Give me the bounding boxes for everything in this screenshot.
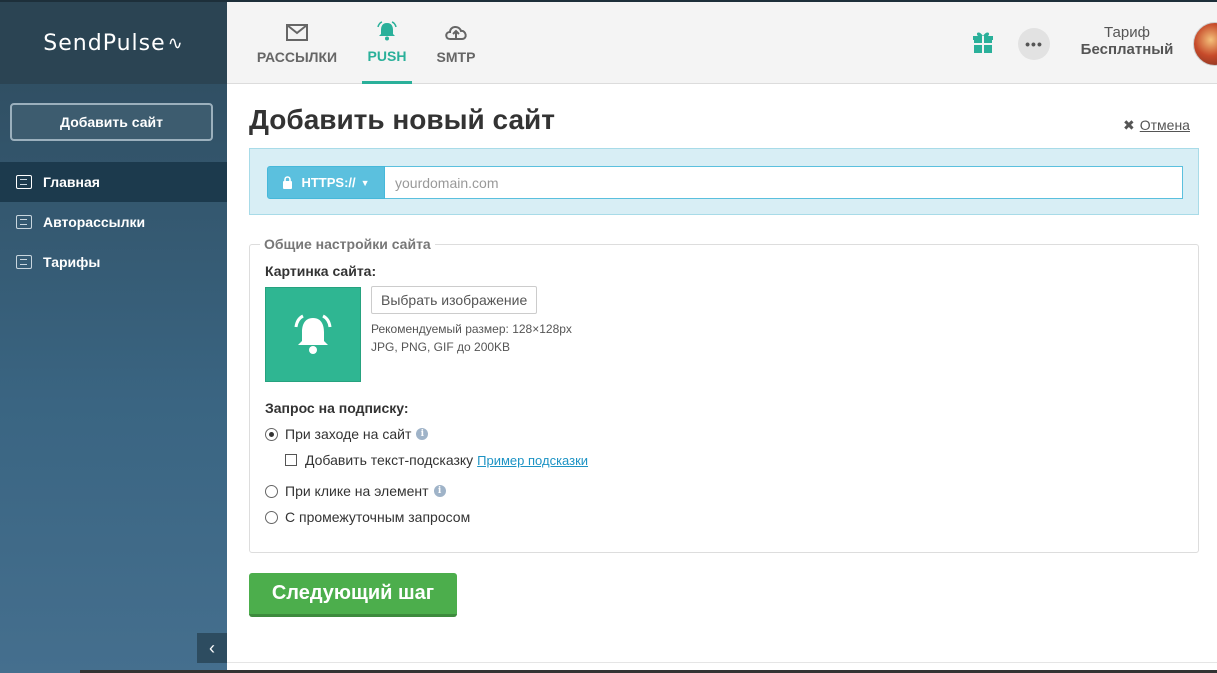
sidebar-item-label: Тарифы xyxy=(43,254,101,270)
checkbox-add-hint[interactable] xyxy=(285,454,297,466)
tab-label: SMTP xyxy=(436,49,476,65)
site-picture-label: Картинка сайта: xyxy=(265,263,377,279)
sidebar-item-home[interactable]: Главная xyxy=(0,162,227,202)
cloud-upload-icon xyxy=(443,21,469,43)
domain-panel: HTTPS:// ▼ xyxy=(249,148,1199,215)
logo[interactable]: SendPulse ∿ xyxy=(0,2,227,84)
page-title: Добавить новый сайт xyxy=(249,104,555,135)
sidebar-item-automation[interactable]: Авторассылки xyxy=(0,202,227,242)
tab-emails[interactable]: РАССЫЛКИ xyxy=(257,2,337,84)
protocol-dropdown[interactable]: HTTPS:// ▼ xyxy=(267,166,385,199)
option-intermediate[interactable]: С промежуточным запросом xyxy=(265,509,470,525)
sidebar-nav: Главная Авторассылки Тарифы xyxy=(0,162,227,282)
protocol-label: HTTPS:// xyxy=(301,175,356,190)
cancel-label: Отмена xyxy=(1139,117,1190,133)
gift-icon[interactable] xyxy=(972,30,994,59)
bell-icon xyxy=(376,20,398,42)
next-step-button[interactable]: Следующий шаг xyxy=(249,573,457,617)
dashboard-icon xyxy=(16,175,32,189)
pulse-icon: ∿ xyxy=(167,32,184,54)
option-add-hint[interactable]: Добавить текст-подсказку Пример подсказк… xyxy=(285,452,588,468)
radio-on-visit[interactable] xyxy=(265,427,278,441)
top-header: РАССЫЛКИ PUSH SMTP ••• Тариф Бесплатный xyxy=(227,0,1217,84)
choose-image-button[interactable]: Выбрать изображение xyxy=(371,286,538,314)
option-on-visit[interactable]: При заходе на сайт i xyxy=(265,426,429,442)
option-label: С промежуточным запросом xyxy=(285,509,471,525)
cancel-link[interactable]: ✖ Отмена xyxy=(1123,117,1190,134)
tab-label: РАССЫЛКИ xyxy=(256,49,338,65)
add-site-button[interactable]: Добавить сайт xyxy=(10,103,213,141)
plan-name: Бесплатный xyxy=(1080,41,1174,58)
logo-text: SendPulse xyxy=(43,30,166,56)
site-settings-fieldset: Общие настройки сайта Картинка сайта: Вы… xyxy=(249,236,1199,553)
formats-text: JPG, PNG, GIF до 200KB xyxy=(371,340,511,354)
recommended-size-text: Рекомендуемый размер: 128×128px xyxy=(371,322,572,336)
sidebar-item-label: Главная xyxy=(43,174,100,190)
divider xyxy=(227,662,1217,663)
option-label: При заходе на сайт xyxy=(285,426,412,442)
radio-on-click[interactable] xyxy=(265,484,278,498)
subscription-label: Запрос на подписку: xyxy=(265,400,409,416)
site-picture-preview xyxy=(265,287,361,382)
ellipsis-icon: ••• xyxy=(1025,36,1043,52)
lock-icon xyxy=(283,176,293,189)
option-label: Добавить текст-подсказку xyxy=(305,452,474,468)
info-icon[interactable]: i xyxy=(433,485,446,497)
option-on-click[interactable]: При клике на элемент i xyxy=(265,483,446,499)
tab-label: PUSH xyxy=(367,47,407,64)
sidebar-item-pricing[interactable]: Тарифы xyxy=(0,242,227,282)
chevron-left-icon: ‹ xyxy=(209,637,215,658)
bell-icon xyxy=(294,314,332,354)
envelope-icon xyxy=(286,21,308,43)
sidebar-item-label: Авторассылки xyxy=(43,214,146,230)
avatar[interactable] xyxy=(1193,22,1217,66)
option-label: При клике на элемент xyxy=(285,483,429,499)
plan-label: Тариф xyxy=(1104,24,1150,41)
collapse-sidebar-button[interactable]: ‹ xyxy=(197,633,227,663)
wallet-icon xyxy=(16,255,32,269)
more-button[interactable]: ••• xyxy=(1018,28,1050,60)
sidebar: SendPulse ∿ Добавить сайт Главная Авторас… xyxy=(0,0,227,673)
radio-intermediate[interactable] xyxy=(265,510,278,524)
settings-legend: Общие настройки сайта xyxy=(260,236,435,252)
caret-down-icon: ▼ xyxy=(360,177,370,188)
info-icon[interactable]: i xyxy=(416,428,429,440)
tab-push[interactable]: PUSH xyxy=(362,2,412,84)
plan-info[interactable]: Тариф Бесплатный xyxy=(1072,24,1182,58)
tab-smtp[interactable]: SMTP xyxy=(432,2,480,84)
hint-example-link[interactable]: Пример подсказки xyxy=(477,453,588,468)
close-icon: ✖ xyxy=(1123,117,1135,133)
automation-icon xyxy=(16,215,32,229)
domain-input[interactable] xyxy=(385,166,1183,199)
